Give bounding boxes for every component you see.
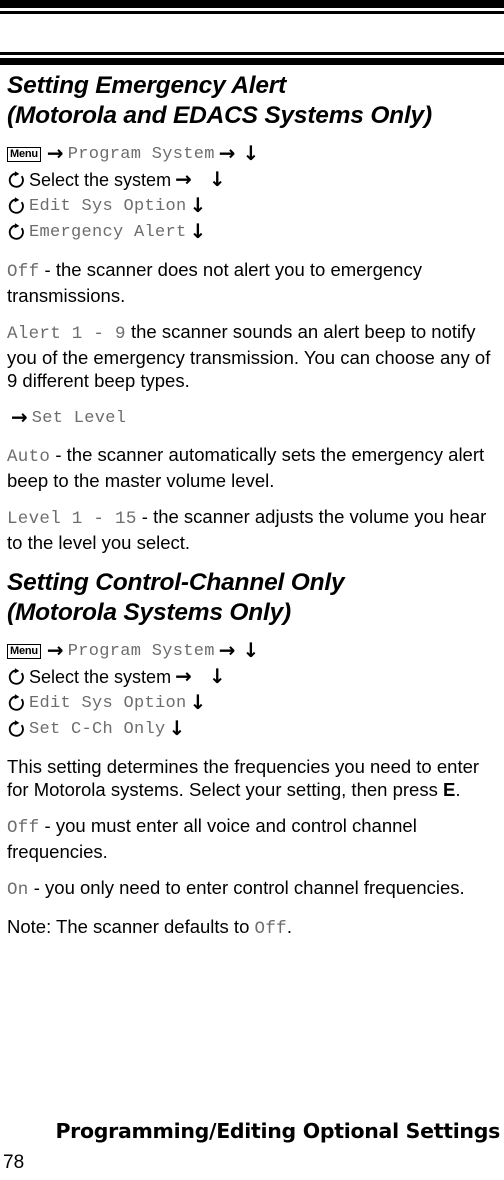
nav-step-menu-program-system[interactable]: Menu → Program System → ↓ bbox=[7, 141, 496, 167]
option-description-level: Level 1 - 15 - the scanner adjusts the v… bbox=[7, 505, 496, 554]
option-description-auto: Auto - the scanner automatically sets th… bbox=[7, 443, 496, 492]
option-term-off: Off bbox=[7, 818, 40, 838]
option-description-off: Off - the scanner does not alert you to … bbox=[7, 258, 496, 307]
header-rule-thin-top bbox=[0, 11, 504, 14]
option-term-alert-range: Alert 1 - 9 bbox=[7, 324, 126, 344]
option-description-on: On - you only need to enter control chan… bbox=[7, 876, 496, 902]
nav-step-menu-program-system[interactable]: Menu → Program System → ↓ bbox=[7, 638, 496, 664]
page-content: Setting Emergency Alert (Motorola and ED… bbox=[0, 65, 504, 941]
intro-text-part2: . bbox=[455, 779, 461, 800]
note-term-off: Off bbox=[254, 919, 287, 939]
key-label-e: E bbox=[442, 779, 456, 800]
nav-steps-emergency-alert: Menu → Program System → ↓ Select the sys… bbox=[7, 141, 496, 245]
menu-key-button[interactable]: Menu bbox=[7, 643, 41, 659]
note-default-setting: Note: The scanner defaults to Off. bbox=[7, 915, 496, 941]
arrow-right-icon: → bbox=[218, 638, 236, 662]
intro-text-part1: This setting determines the frequencies … bbox=[7, 756, 480, 800]
rotary-knob-icon bbox=[7, 171, 26, 191]
rotary-knob-icon bbox=[7, 668, 26, 688]
nav-step-label: Program System bbox=[67, 144, 215, 164]
nav-step-label: Edit Sys Option bbox=[29, 693, 187, 713]
arrow-down-icon: ↓ bbox=[189, 193, 207, 217]
nav-steps-control-channel-only: Menu → Program System → ↓ Select the sys… bbox=[7, 638, 496, 742]
option-term-auto: Auto bbox=[7, 447, 51, 467]
arrow-right-icon: → bbox=[46, 141, 64, 165]
intro-paragraph-control-channel: This setting determines the frequencies … bbox=[7, 755, 496, 801]
option-text: - the scanner automatically sets the eme… bbox=[7, 444, 485, 491]
option-description-alert: Alert 1 - 9 the scanner sounds an alert … bbox=[7, 320, 496, 392]
nav-step-emergency-alert[interactable]: Emergency Alert ↓ bbox=[7, 219, 496, 245]
arrow-right-icon: → bbox=[46, 638, 64, 662]
option-text: - you must enter all voice and control c… bbox=[7, 815, 417, 862]
rotary-knob-icon bbox=[7, 720, 26, 740]
note-suffix: . bbox=[286, 916, 293, 937]
option-term-on: On bbox=[7, 880, 29, 900]
note-prefix: Note: The scanner defaults to bbox=[7, 916, 255, 937]
section-emergency-alert: Setting Emergency Alert (Motorola and ED… bbox=[7, 71, 496, 131]
nav-step-label: Select the system bbox=[29, 169, 172, 190]
option-term-off: Off bbox=[7, 262, 40, 282]
option-term-level-range: Level 1 - 15 bbox=[7, 509, 137, 529]
nav-step-edit-sys-option[interactable]: Edit Sys Option ↓ bbox=[7, 193, 496, 219]
section-subtitle-line2: (Motorola Systems Only) bbox=[7, 599, 292, 626]
nav-step-select-the-system[interactable]: Select the system → ↓ bbox=[7, 664, 496, 690]
header-rule-thick-bottom bbox=[0, 58, 504, 65]
arrow-down-icon: ↓ bbox=[208, 664, 226, 688]
arrow-down-icon: ↓ bbox=[208, 167, 226, 191]
section-title-line1: Setting Control-Channel Only bbox=[7, 569, 345, 596]
rotary-knob-icon bbox=[7, 694, 26, 714]
nav-step-edit-sys-option[interactable]: Edit Sys Option ↓ bbox=[7, 690, 496, 716]
nav-step-label: Set Level bbox=[31, 408, 127, 428]
rotary-knob-icon bbox=[7, 223, 26, 243]
section-control-channel-only: Setting Control-Channel Only (Motorola S… bbox=[7, 568, 496, 628]
rotary-knob-icon bbox=[7, 197, 26, 217]
page-number: 78 bbox=[3, 1152, 25, 1173]
section-subtitle-line2: (Motorola and EDACS Systems Only) bbox=[7, 102, 432, 129]
page-title-control-channel-only: Setting Control-Channel Only (Motorola S… bbox=[7, 568, 496, 628]
arrow-right-icon: → bbox=[175, 167, 192, 191]
nav-step-label: Set C-Ch Only bbox=[29, 719, 166, 739]
nav-step-label: Edit Sys Option bbox=[29, 196, 187, 216]
nav-step-set-level[interactable]: → Set Level bbox=[7, 406, 496, 430]
header-rule-thick-top bbox=[0, 0, 504, 8]
header-rule-thin-bottom bbox=[0, 52, 504, 55]
option-text: - you only need to enter control channel… bbox=[28, 877, 465, 898]
footer-section-title: Programming/Editing Optional Settings bbox=[55, 1119, 500, 1143]
arrow-right-icon: → bbox=[218, 141, 236, 165]
arrow-down-icon: ↓ bbox=[168, 716, 186, 740]
nav-step-label: Emergency Alert bbox=[29, 222, 187, 242]
section-title-line1: Setting Emergency Alert bbox=[7, 72, 287, 99]
arrow-right-icon: → bbox=[175, 664, 192, 688]
page-title-emergency-alert: Setting Emergency Alert (Motorola and ED… bbox=[7, 71, 496, 131]
option-description-off: Off - you must enter all voice and contr… bbox=[7, 814, 496, 863]
arrow-right-icon: → bbox=[11, 405, 28, 429]
arrow-down-icon: ↓ bbox=[242, 638, 260, 662]
option-text: - the scanner does not alert you to emer… bbox=[7, 259, 422, 306]
nav-step-label: Select the system bbox=[29, 666, 172, 687]
menu-key-button[interactable]: Menu bbox=[7, 146, 41, 162]
arrow-down-icon: ↓ bbox=[189, 219, 207, 243]
nav-step-label: Program System bbox=[67, 641, 215, 661]
arrow-down-icon: ↓ bbox=[189, 690, 207, 714]
arrow-down-icon: ↓ bbox=[242, 141, 260, 165]
nav-step-set-c-ch-only[interactable]: Set C-Ch Only ↓ bbox=[7, 716, 496, 742]
nav-step-select-the-system[interactable]: Select the system → ↓ bbox=[7, 167, 496, 193]
